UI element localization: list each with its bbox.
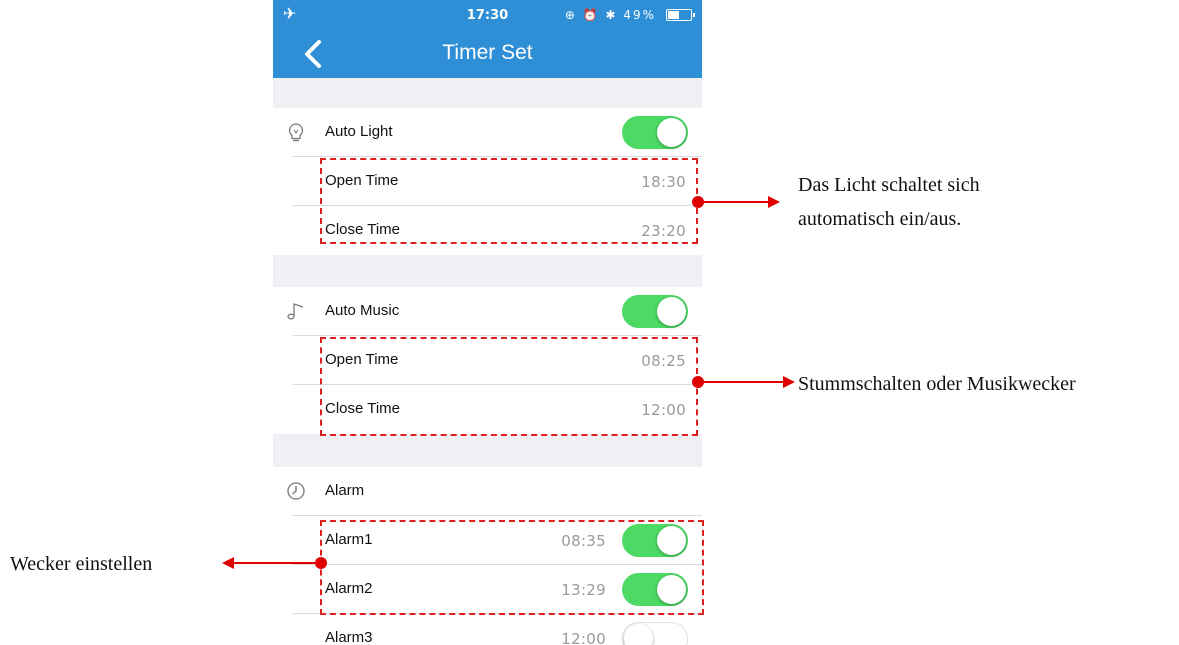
alarm2-toggle[interactable] (622, 573, 688, 606)
auto-light-section: Auto Light Open Time 18:30 Close Time 23… (273, 108, 702, 255)
alarm2-row[interactable]: Alarm2 13:29 (273, 565, 702, 614)
close-time-label: Close Time (325, 221, 401, 238)
annotation-light: Das Licht schaltet sich automatisch ein/… (798, 168, 980, 236)
annotation-alarm: Wecker einstellen (10, 553, 153, 575)
alarm1-label: Alarm1 (325, 531, 373, 548)
alarm-label: Alarm (325, 482, 365, 499)
alarm-header-row: Alarm (273, 467, 702, 516)
navigation-bar: Timer Set (273, 30, 702, 78)
alarm3-toggle[interactable] (622, 622, 688, 645)
callout-arrowhead-light (768, 196, 780, 208)
callout-arrow-light (698, 201, 770, 203)
open-time-value: 18:30 (641, 173, 686, 191)
annotation-music: Stummschalten oder Musikwecker (798, 373, 1076, 395)
close-time-value: 23:20 (641, 222, 686, 240)
open-time-label: Open Time (325, 172, 399, 189)
battery-icon (666, 9, 695, 21)
open-time-label: Open Time (325, 351, 399, 368)
alarm1-toggle[interactable] (622, 524, 688, 557)
status-bar: ✈ 17:30 ⊕ ⏰ ✱ 49% (273, 0, 702, 30)
auto-light-row: Auto Light (273, 108, 702, 157)
auto-light-toggle[interactable] (622, 116, 688, 149)
clock-icon (287, 482, 305, 500)
close-time-label: Close Time (325, 400, 401, 417)
alarm2-time: 13:29 (561, 581, 606, 599)
lightbulb-icon (289, 123, 303, 142)
music-note-icon (287, 303, 304, 320)
open-time-value: 08:25 (641, 352, 686, 370)
page-title: Timer Set (442, 41, 533, 64)
callout-arrow-music (698, 381, 785, 383)
phone-screen: ✈ 17:30 ⊕ ⏰ ✱ 49% Timer Set Auto Light O… (273, 0, 702, 645)
auto-light-open-time-row[interactable]: Open Time 18:30 (273, 157, 702, 206)
annotation-light-line2: automatisch ein/aus. (798, 208, 962, 230)
alarm3-label: Alarm3 (325, 629, 373, 645)
callout-arrowhead-music (783, 376, 795, 388)
auto-music-toggle[interactable] (622, 295, 688, 328)
alarm-section: Alarm Alarm1 08:35 Alarm2 13:29 Alarm3 1… (273, 467, 702, 645)
alarm1-time: 08:35 (561, 532, 606, 550)
auto-music-open-time-row[interactable]: Open Time 08:25 (273, 336, 702, 385)
auto-music-row: Auto Music (273, 287, 702, 336)
auto-music-close-time-row[interactable]: Close Time 12:00 (273, 385, 702, 434)
auto-light-close-time-row[interactable]: Close Time 23:20 (273, 206, 702, 255)
alarm3-row[interactable]: Alarm3 12:00 (273, 614, 702, 645)
callout-arrow-alarm (234, 562, 318, 564)
callout-arrowhead-alarm (222, 557, 234, 569)
annotation-light-line1: Das Licht schaltet sich (798, 174, 980, 196)
alarm3-time: 12:00 (561, 630, 606, 645)
auto-music-section: Auto Music Open Time 08:25 Close Time 12… (273, 287, 702, 434)
auto-music-label: Auto Music (325, 302, 400, 319)
close-time-value: 12:00 (641, 401, 686, 419)
alarm1-row[interactable]: Alarm1 08:35 (273, 516, 702, 565)
status-icons: ⊕ ⏰ ✱ 49% (564, 8, 656, 22)
auto-light-label: Auto Light (325, 123, 393, 140)
alarm2-label: Alarm2 (325, 580, 373, 597)
